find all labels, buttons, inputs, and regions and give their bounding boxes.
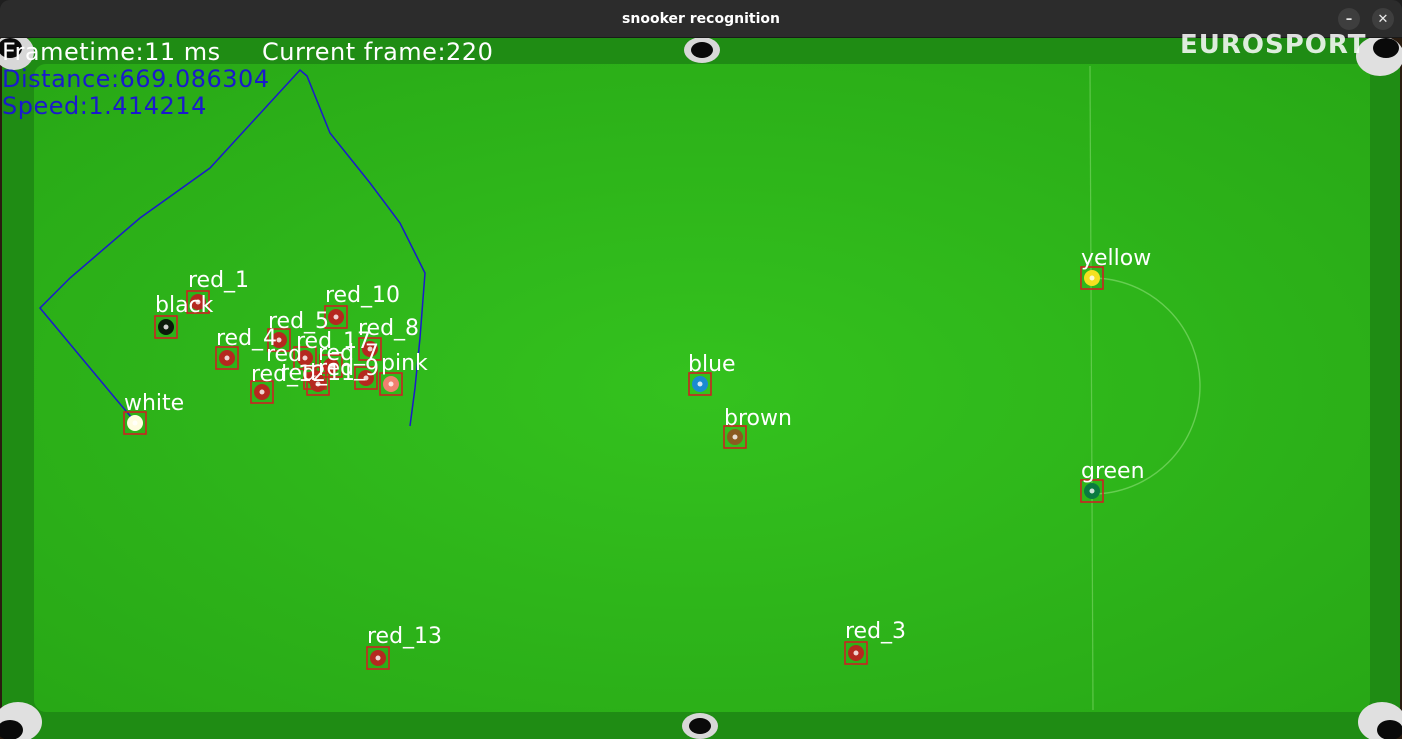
- ball-red_1-highlight: [195, 299, 201, 305]
- ball-red_13-highlight: [375, 655, 381, 661]
- video-frame: Frametime:11 ms Current frame:220 Distan…: [0, 30, 1402, 739]
- ball-yellow-highlight: [1089, 275, 1095, 281]
- title-bar[interactable]: snooker recognition – ✕: [0, 0, 1402, 38]
- ball-black-highlight: [163, 324, 169, 330]
- ball-red_x3-highlight: [363, 375, 369, 381]
- minimize-icon: –: [1345, 11, 1353, 27]
- ball-red_8-highlight: [367, 346, 373, 352]
- close-icon: ✕: [1377, 11, 1389, 27]
- snooker-table-scene: [0, 38, 1402, 739]
- ball-green-highlight: [1089, 488, 1095, 494]
- ball-white-highlight: [132, 420, 138, 426]
- window-title: snooker recognition: [622, 10, 780, 27]
- ball-red_12-highlight: [259, 389, 265, 395]
- ball-red_10-highlight: [333, 314, 339, 320]
- pocket-top-middle: [684, 38, 720, 63]
- ball-red_x1-highlight: [302, 355, 308, 361]
- ball-red_11-highlight: [315, 381, 321, 387]
- ball-red_3-highlight: [853, 650, 859, 656]
- ball-pink-highlight: [388, 381, 394, 387]
- ball-blue-highlight: [697, 381, 703, 387]
- minimize-button[interactable]: –: [1338, 8, 1360, 30]
- ball-red_17-highlight: [328, 363, 334, 369]
- ball-red_5-highlight: [276, 337, 282, 343]
- close-button[interactable]: ✕: [1372, 8, 1394, 30]
- ball-brown-highlight: [732, 434, 738, 440]
- pocket-bottom-middle: [682, 713, 718, 739]
- ball-red_4-highlight: [224, 355, 230, 361]
- app-window: snooker recognition – ✕ Frametime:11 ms …: [0, 0, 1402, 739]
